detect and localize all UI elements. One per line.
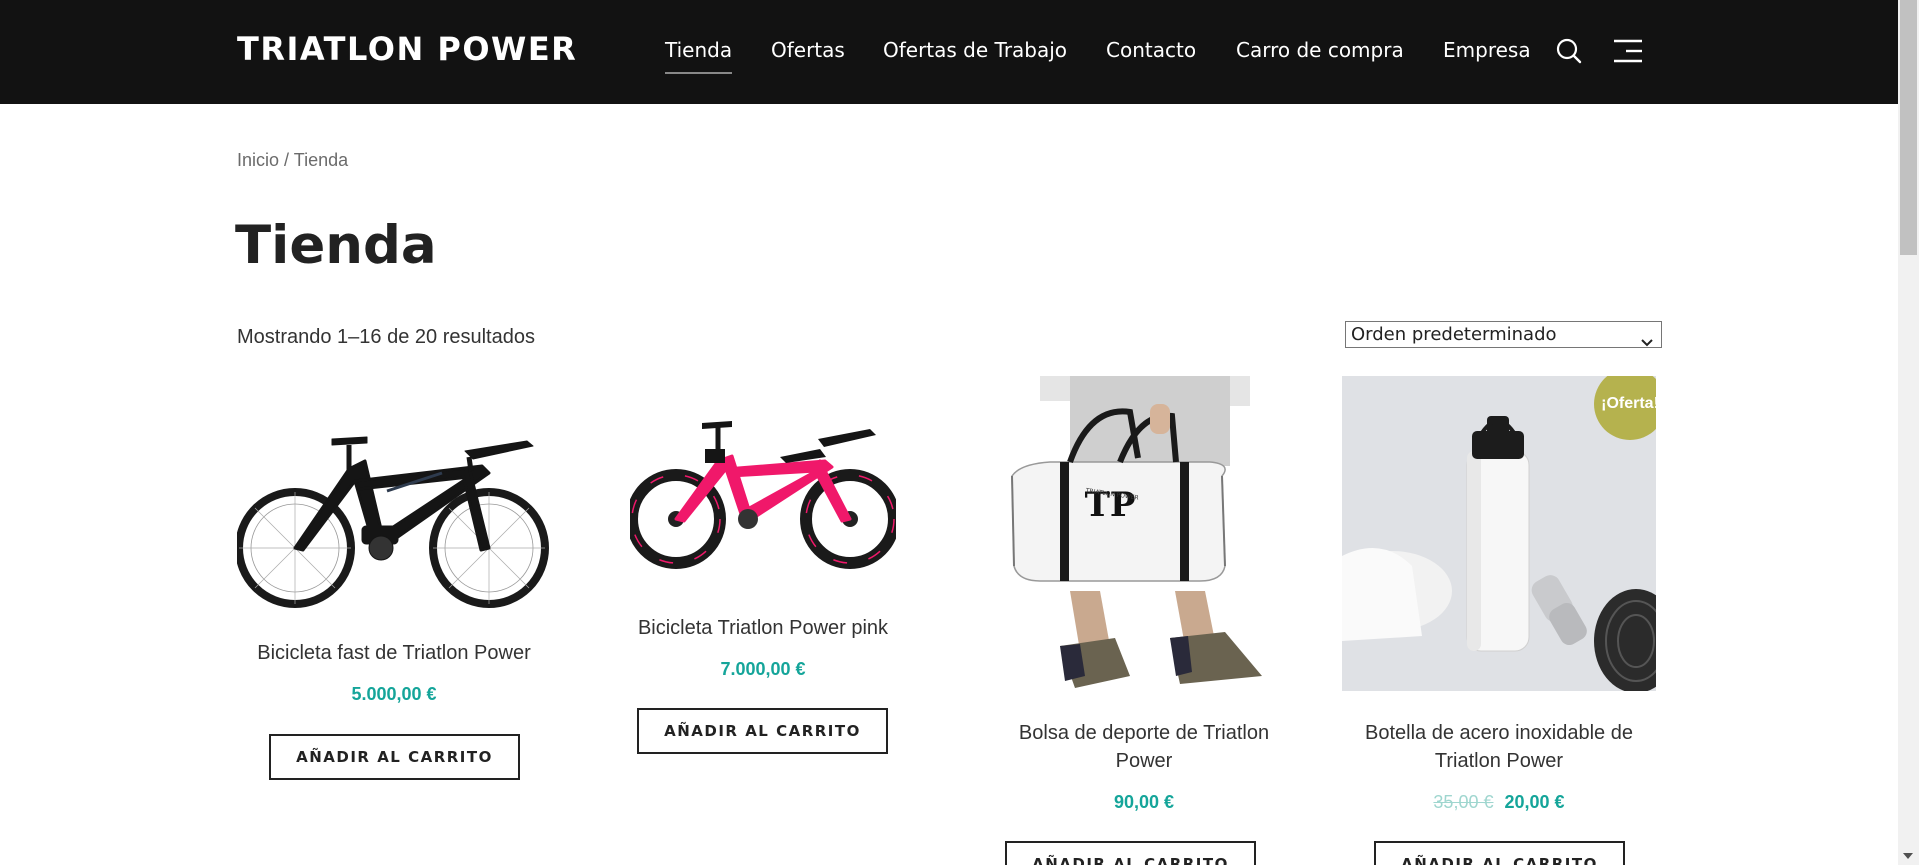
nav-item-empresa[interactable]: Empresa: [1443, 38, 1531, 62]
scroll-down-icon[interactable]: [1903, 853, 1913, 859]
nav-item-contacto[interactable]: Contacto: [1106, 38, 1196, 62]
product-price: 35,00 € 20,00 €: [1342, 792, 1656, 813]
add-to-cart-button[interactable]: AÑADIR AL CARRITO: [269, 734, 520, 780]
nav-item-ofertas-trabajo[interactable]: Ofertas de Trabajo: [883, 38, 1067, 62]
product-price: 7.000,00 €: [720, 659, 806, 679]
product-image-water-bottle[interactable]: ¡Oferta!: [1342, 376, 1656, 691]
product-title-line1[interactable]: Botella de acero inoxidable de: [1342, 719, 1656, 747]
product-title-line1[interactable]: Bolsa de deporte de Triatlon: [1000, 719, 1288, 747]
add-to-cart-button[interactable]: AÑADIR AL CARRITO: [1374, 841, 1625, 865]
product-image-bike-black[interactable]: [237, 411, 551, 611]
product-title[interactable]: Bicicleta fast de Triatlon Power: [237, 639, 551, 667]
chevron-down-icon: [1641, 330, 1653, 353]
product-price: 90,00 €: [1113, 792, 1175, 812]
sort-selected-value: Orden predeterminado: [1351, 324, 1557, 345]
product-image-bike-pink[interactable]: [630, 411, 896, 586]
product-title-line2[interactable]: Triatlon Power: [1342, 747, 1656, 775]
product-price: 5.000,00 €: [351, 684, 437, 704]
breadcrumb-home[interactable]: Inicio: [237, 150, 279, 170]
site-header: TRIATLON POWER Tienda Ofertas Ofertas de…: [0, 0, 1898, 104]
page-title: Tienda: [235, 215, 437, 276]
product-card: Bicicleta fast de Triatlon Power 5.000,0…: [237, 376, 551, 796]
breadcrumb: Inicio / Tienda: [237, 150, 348, 171]
page-scrollbar[interactable]: [1898, 0, 1919, 865]
add-to-cart-button[interactable]: AÑADIR AL CARRITO: [1005, 841, 1256, 865]
scrollbar-thumb[interactable]: [1900, 0, 1917, 255]
breadcrumb-current: Tienda: [293, 150, 349, 170]
product-card: TP TRIATLON POWER Bolsa de deporte de Tr…: [1000, 376, 1288, 865]
site-logo[interactable]: TRIATLON POWER: [237, 30, 577, 68]
product-card: Bicicleta Triatlon Power pink 7.000,00 €…: [630, 376, 896, 776]
product-title-line2[interactable]: Power: [1000, 747, 1288, 775]
product-card: ¡Oferta! Botella de acero inoxidable de …: [1342, 376, 1656, 865]
menu-icon[interactable]: [1612, 36, 1642, 66]
product-sale-price: 20,00 €: [1504, 792, 1565, 812]
nav-item-carro[interactable]: Carro de compra: [1236, 38, 1404, 62]
nav-item-ofertas[interactable]: Ofertas: [771, 38, 845, 62]
search-icon[interactable]: [1554, 36, 1584, 66]
result-count: Mostrando 1–16 de 20 resultados: [237, 326, 535, 348]
product-image-duffel-bag[interactable]: TP TRIATLON POWER: [1000, 376, 1288, 691]
product-old-price: 35,00 €: [1433, 792, 1494, 812]
add-to-cart-button[interactable]: AÑADIR AL CARRITO: [637, 708, 888, 754]
product-title[interactable]: Bicicleta Triatlon Power pink: [630, 614, 896, 642]
breadcrumb-separator: /: [284, 150, 290, 170]
nav-item-tienda[interactable]: Tienda: [665, 38, 733, 74]
sort-select[interactable]: Orden predeterminado: [1345, 321, 1662, 348]
